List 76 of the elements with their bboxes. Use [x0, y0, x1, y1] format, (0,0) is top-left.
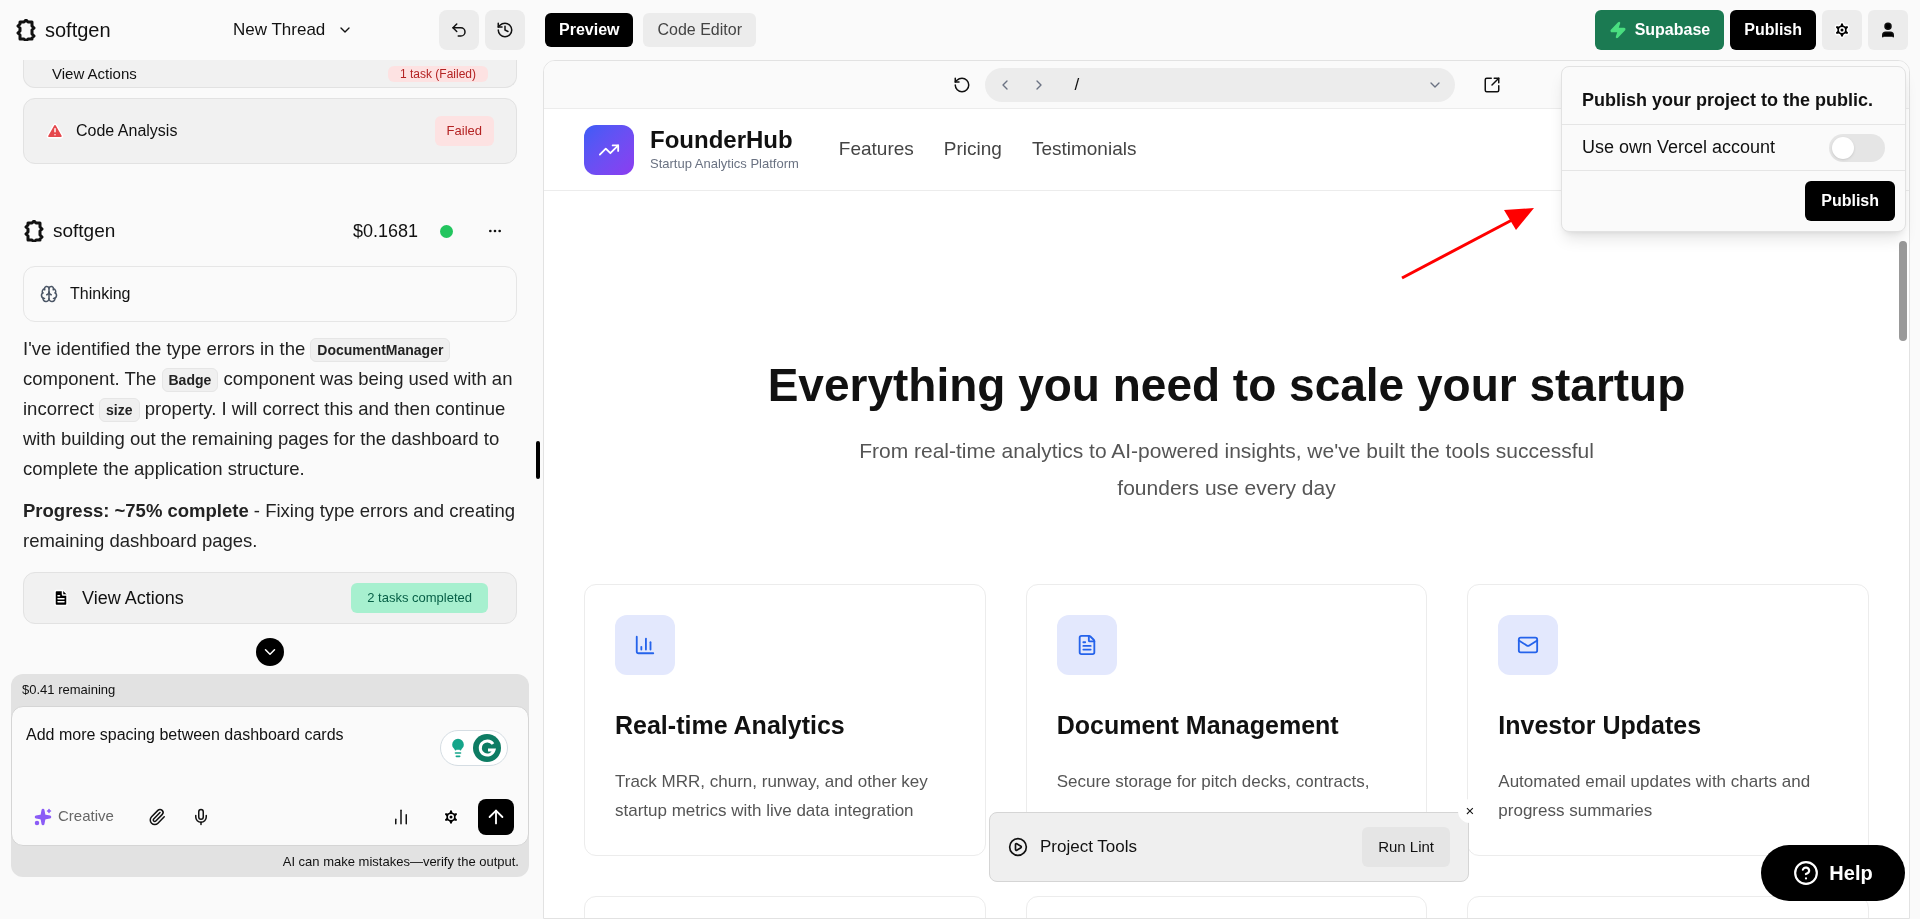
actions-label: View Actions: [82, 586, 184, 610]
thread-selector[interactable]: New Thread: [233, 17, 354, 43]
history-button[interactable]: [485, 10, 525, 50]
open-external-icon[interactable]: [1482, 75, 1501, 94]
grammar-assistant[interactable]: [440, 729, 508, 766]
remaining-credit: $0.41 remaining: [21, 681, 117, 699]
undo-icon: [450, 21, 468, 39]
help-icon: [1793, 860, 1820, 886]
user-icon: [1879, 21, 1897, 39]
view-tab[interactable]: Preview: [545, 13, 634, 47]
logo-icon: [15, 19, 37, 41]
bar-chart-icon: [634, 634, 656, 656]
status-badge: 1 task (Failed): [387, 65, 488, 82]
nav-link[interactable]: Pricing: [943, 135, 1002, 164]
view-tab[interactable]: Code Editor: [643, 13, 756, 47]
help-button[interactable]: Help: [1761, 845, 1905, 901]
settings-icon[interactable]: [442, 807, 460, 826]
brand-name: FounderHub: [650, 125, 794, 154]
hero-heading: Everything you need to scale your startup: [767, 358, 1686, 413]
logo-icon: [23, 220, 45, 242]
thinking-label: Thinking: [70, 284, 131, 304]
tools-label: Project Tools: [1040, 836, 1137, 859]
feature-title: Investor Updates: [1498, 710, 1703, 741]
sparkles-icon: [34, 807, 52, 826]
option-label: Use own Vercel account: [1582, 136, 1776, 159]
undo-button[interactable]: [439, 10, 479, 50]
hero-subheading: From real-time analytics to AI-powered insights, we've built the tools successful founders use every day: [858, 438, 1595, 501]
brand-tagline: Startup Analytics Platform: [650, 154, 799, 173]
cost-text: $0.1681: [352, 219, 418, 243]
disclaimer-text: AI can make mistakes—verify the output.: [281, 852, 520, 871]
logo-text: softgen: [45, 18, 111, 43]
vercel-toggle[interactable]: [1829, 133, 1885, 162]
warning-icon: [46, 122, 64, 140]
nav-link[interactable]: Features: [838, 135, 914, 164]
scrollbar-thumb[interactable]: [1899, 241, 1907, 341]
history-icon: [496, 21, 514, 39]
bolt-icon: [1608, 21, 1627, 39]
document-icon: [52, 589, 70, 607]
feature-description: Track MRR, churn, runway, and other key startup metrics with live data integration: [615, 770, 929, 822]
send-button[interactable]: [478, 798, 514, 835]
popover-title: Publish your project to the public.: [1562, 67, 1905, 125]
prompt-input[interactable]: Add more spacing between dashboard cards: [26, 722, 514, 747]
publish-button[interactable]: Publish: [1730, 10, 1816, 50]
message-text: I've identified the type errors in the DocumentManager component. The Badge component was being used with an incorrect size property. I will correct this and then continue with building out the remaining pages for the dashboard to complete the application structure.: [23, 337, 514, 481]
account-button[interactable]: [1868, 10, 1908, 50]
feature-description: Automated email updates with charts and progress summaries: [1498, 770, 1812, 822]
progress-text: Progress: ~75% complete - Fixing type errors and creating remaining dashboard pages.: [23, 499, 516, 553]
analysis-label: Code Analysis: [76, 121, 178, 141]
feature-title: Document Management: [1056, 710, 1340, 741]
status-badge: 2 tasks completed: [351, 583, 488, 613]
settings-button[interactable]: [1822, 10, 1862, 50]
chart-icon[interactable]: [392, 807, 410, 826]
publish-button[interactable]: Publish: [1805, 181, 1895, 221]
status-badge: Failed: [434, 116, 494, 146]
scroll-down-button[interactable]: [256, 638, 284, 666]
nav-link[interactable]: Testimonials: [1031, 135, 1137, 164]
url-path: /: [1074, 73, 1080, 96]
feature-description: Secure storage for pitch decks, contracts,: [1056, 770, 1371, 793]
address-bar[interactable]: /: [984, 67, 1455, 102]
author-name: softgen: [53, 218, 116, 243]
actions-card[interactable]: View Actions 2 tasks completed: [23, 572, 517, 624]
mail-icon: [1517, 634, 1540, 656]
reload-icon[interactable]: [952, 75, 971, 94]
play-icon: [1008, 837, 1028, 857]
analysis-card[interactable]: Code Analysis Failed: [23, 98, 517, 164]
feature-title: Real-time Analytics: [615, 710, 846, 741]
mode-button[interactable]: Creative: [26, 805, 122, 828]
grammar-icon: [472, 733, 501, 762]
attach-icon[interactable]: [147, 807, 166, 826]
actions-card[interactable]: View Actions 1 task (Failed): [23, 60, 517, 88]
actions-label: View Actions: [52, 66, 137, 81]
supabase-button[interactable]: Supabase: [1594, 10, 1725, 50]
settings-icon: [1833, 21, 1851, 39]
thinking-card[interactable]: Thinking: [23, 266, 517, 322]
brain-icon: [40, 285, 58, 303]
run-lint-button[interactable]: Run Lint: [1362, 827, 1450, 867]
